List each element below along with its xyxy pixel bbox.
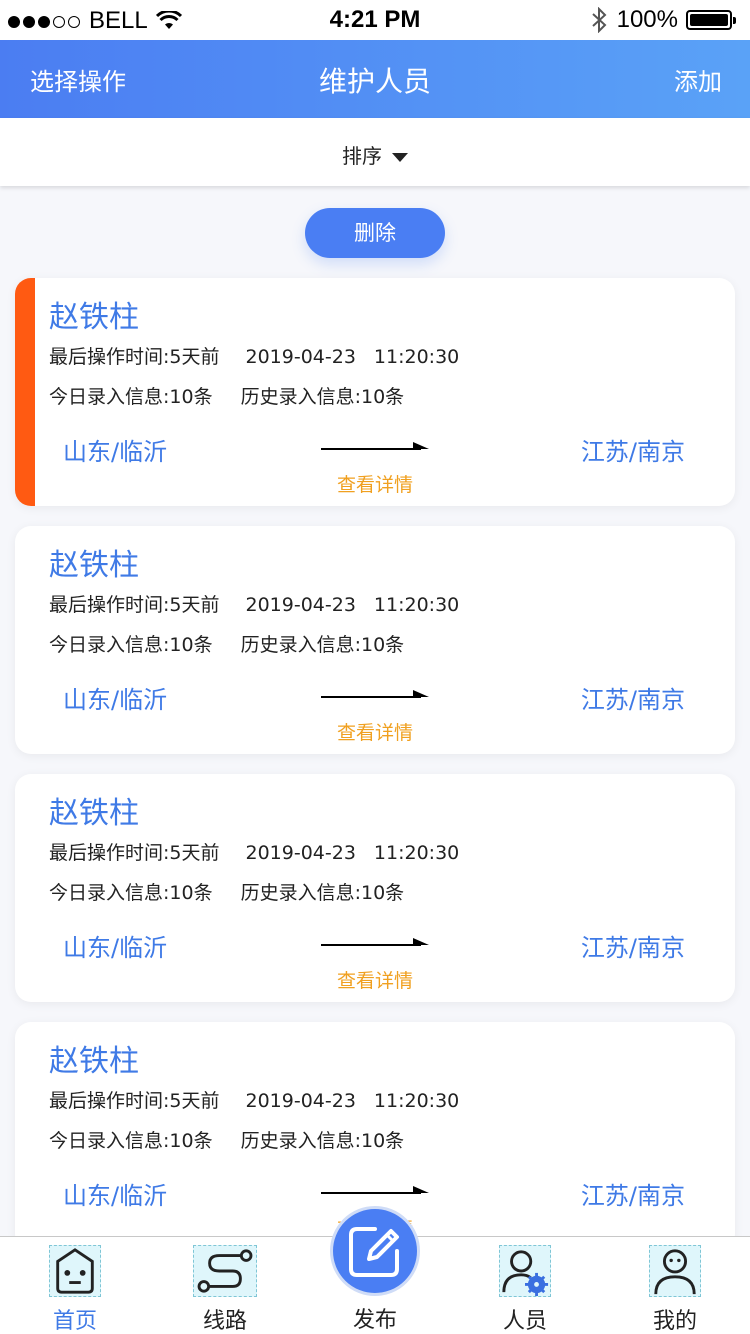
route-origin: 山东/临沂	[63, 1182, 168, 1210]
view-details-link[interactable]: 查看详情	[15, 966, 735, 993]
tab-label: 人员	[502, 1309, 547, 1334]
tab-mine[interactable]: 我的	[600, 1237, 750, 1334]
last-operation-time: 11:20:30	[373, 346, 460, 368]
tab-publish-label: 发布	[352, 1308, 397, 1333]
status-bar: BELL 4:21 PM 100%	[0, 0, 750, 40]
arrow-right-icon	[321, 442, 429, 450]
route-destination: 江苏/南京	[580, 1182, 685, 1210]
last-operation-label: 最后操作时间:5天前	[49, 842, 220, 864]
last-operation-row: 最后操作时间:5天前 2019-04-23 11:20:30	[49, 342, 459, 369]
arrow-right-icon	[321, 938, 429, 946]
publish-button[interactable]	[330, 1206, 420, 1296]
staff-card[interactable]: 赵铁柱 最后操作时间:5天前 2019-04-23 11:20:30 今日录入信息:…	[15, 278, 735, 506]
view-details-link[interactable]: 查看详情	[15, 718, 735, 745]
history-entries: 历史录入信息:10条	[240, 634, 405, 656]
arrow-right-icon	[321, 690, 429, 698]
user-icon	[649, 1245, 701, 1297]
add-button[interactable]: 添加	[674, 62, 722, 97]
view-details-link[interactable]: 查看详情	[15, 470, 735, 497]
entry-stats-row: 今日录入信息:10条 历史录入信息:10条	[49, 878, 404, 905]
select-action-button[interactable]: 选择操作	[30, 62, 126, 97]
edit-icon	[349, 1227, 399, 1277]
tab-routes[interactable]: 线路	[150, 1237, 300, 1334]
history-entries: 历史录入信息:10条	[240, 386, 405, 408]
last-operation-date: 2019-04-23	[245, 842, 356, 864]
entry-stats-row: 今日录入信息:10条 历史录入信息:10条	[49, 382, 404, 409]
staff-card[interactable]: 赵铁柱 最后操作时间:5天前 2019-04-23 11:20:30 今日录入信息:…	[15, 774, 735, 1002]
nav-bar: 选择操作 维护人员 添加	[0, 40, 750, 118]
today-entries: 今日录入信息:10条	[49, 882, 213, 904]
staff-name: 赵铁柱	[49, 1044, 139, 1079]
route-icon	[193, 1245, 257, 1297]
last-operation-label: 最后操作时间:5天前	[49, 346, 220, 368]
user-gear-icon	[499, 1245, 551, 1297]
delete-button[interactable]: 删除	[305, 208, 445, 258]
staff-card[interactable]: 赵铁柱 最后操作时间:5天前 2019-04-23 11:20:30 今日录入信息:…	[15, 526, 735, 754]
today-entries: 今日录入信息:10条	[49, 386, 213, 408]
entry-stats-row: 今日录入信息:10条 历史录入信息:10条	[49, 630, 404, 657]
last-operation-time: 11:20:30	[373, 594, 460, 616]
last-operation-row: 最后操作时间:5天前 2019-04-23 11:20:30	[49, 590, 459, 617]
today-entries: 今日录入信息:10条	[49, 1130, 213, 1152]
last-operation-time: 11:20:30	[373, 1090, 460, 1112]
history-entries: 历史录入信息:10条	[240, 882, 405, 904]
route-origin: 山东/临沂	[63, 934, 168, 962]
tab-staff[interactable]: 人员	[450, 1237, 600, 1334]
route-destination: 江苏/南京	[580, 686, 685, 714]
battery-percentage: 100%	[616, 6, 678, 33]
last-operation-date: 2019-04-23	[245, 594, 356, 616]
battery-icon	[686, 10, 736, 30]
route-origin: 山东/临沂	[63, 686, 168, 714]
tab-label: 线路	[202, 1309, 247, 1334]
sort-dropdown[interactable]: 排序	[0, 140, 750, 169]
sort-label: 排序	[342, 144, 382, 168]
today-entries: 今日录入信息:10条	[49, 634, 213, 656]
route-origin: 山东/临沂	[63, 438, 168, 466]
robot-face-icon	[49, 1245, 101, 1297]
staff-name: 赵铁柱	[49, 548, 139, 583]
last-operation-row: 最后操作时间:5天前 2019-04-23 11:20:30	[49, 838, 459, 865]
staff-name: 赵铁柱	[49, 300, 139, 335]
battery-info: 100%	[591, 6, 736, 34]
arrow-right-icon	[321, 1186, 429, 1194]
last-operation-date: 2019-04-23	[245, 1090, 356, 1112]
sort-bar: 排序	[0, 118, 750, 186]
history-entries: 历史录入信息:10条	[240, 1130, 405, 1152]
tab-home[interactable]: 首页	[0, 1237, 150, 1334]
caret-down-icon	[392, 153, 408, 162]
last-operation-row: 最后操作时间:5天前 2019-04-23 11:20:30	[49, 1086, 459, 1113]
last-operation-label: 最后操作时间:5天前	[49, 594, 220, 616]
bluetooth-icon	[591, 7, 607, 33]
route-destination: 江苏/南京	[580, 934, 685, 962]
staff-name: 赵铁柱	[49, 796, 139, 831]
route-destination: 江苏/南京	[580, 438, 685, 466]
tab-label: 我的	[652, 1309, 697, 1334]
last-operation-date: 2019-04-23	[245, 346, 356, 368]
entry-stats-row: 今日录入信息:10条 历史录入信息:10条	[49, 1126, 404, 1153]
last-operation-time: 11:20:30	[373, 842, 460, 864]
last-operation-label: 最后操作时间:5天前	[49, 1090, 220, 1112]
tab-label: 首页	[52, 1309, 97, 1334]
